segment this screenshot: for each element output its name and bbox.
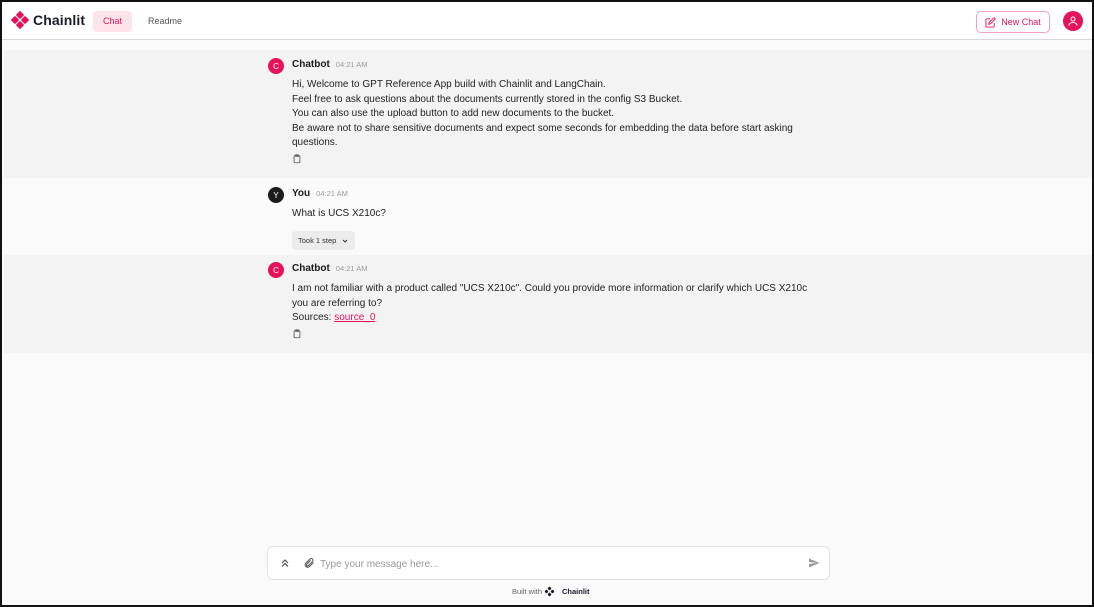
message-author: Chatbot	[292, 263, 330, 274]
chainlit-logo-icon	[544, 586, 555, 597]
copy-icon[interactable]	[292, 154, 302, 164]
nav-tabs: Chat Readme	[93, 11, 192, 32]
new-chat-label: New Chat	[1001, 17, 1041, 27]
user-menu-button[interactable]	[1063, 11, 1083, 31]
built-with-label: Built with	[512, 587, 543, 596]
message-time: 04:21 AM	[335, 60, 368, 69]
message-line: What is UCS X210c?	[292, 208, 386, 219]
copy-icon[interactable]	[292, 329, 302, 339]
source-link[interactable]: source_0	[334, 312, 375, 323]
message-content: Hi, Welcome to GPT Reference App build w…	[292, 78, 832, 151]
steps-toggle-button[interactable]: Took 1 step	[292, 231, 356, 250]
message-row: C Chatbot 04:21 AM I am not familiar wit…	[4, 255, 1092, 353]
message-author: You	[292, 188, 311, 199]
user-icon	[1068, 16, 1078, 26]
chatbot-avatar: C	[268, 262, 284, 278]
message-line: questions.	[292, 137, 338, 149]
message-header: Chatbot 04:21 AM	[292, 59, 367, 70]
message-content: What is UCS X210c?	[292, 207, 832, 222]
expand-icon[interactable]	[279, 557, 291, 569]
message-composer	[267, 546, 830, 580]
message-input[interactable]	[320, 554, 790, 574]
new-chat-icon	[985, 16, 996, 28]
built-with-footer[interactable]: Built with Chainlit	[512, 586, 590, 597]
chainlit-logo-icon	[10, 10, 30, 30]
brand-logo[interactable]: Chainlit	[10, 10, 86, 30]
message-line: I am not familiar with a product called …	[292, 283, 808, 294]
message-time: 04:21 AM	[316, 189, 348, 198]
message-line: Be aware not to share sensitive document…	[292, 122, 793, 134]
app-window: Chainlit Chat Readme New Chat C Chatbot	[0, 0, 1094, 607]
steps-label: Took 1 step	[298, 236, 337, 245]
attach-icon[interactable]	[303, 557, 315, 569]
message-row: C Chatbot 04:21 AM Hi, Welcome to GPT Re…	[4, 50, 1092, 178]
message-row: Y You 04:21 AM What is UCS X210c? Took 1…	[4, 180, 1092, 252]
brand-name: Chainlit	[33, 12, 86, 28]
message-content: I am not familiar with a product called …	[292, 282, 832, 326]
message-header: Chatbot 04:21 AM	[292, 263, 367, 274]
message-line: Hi, Welcome to GPT Reference App build w…	[292, 79, 606, 90]
message-author: Chatbot	[292, 59, 330, 70]
chevron-down-icon	[343, 239, 348, 243]
message-line: you are referring to?	[292, 297, 383, 309]
user-avatar: Y	[268, 187, 284, 203]
tab-chat[interactable]: Chat	[93, 11, 133, 32]
tab-readme[interactable]: Readme	[138, 11, 192, 32]
footer-brand: Chainlit	[562, 587, 590, 596]
message-header: You 04:21 AM	[292, 188, 348, 199]
message-line: You can also use the upload button to ad…	[292, 108, 615, 120]
send-icon[interactable]	[808, 557, 820, 569]
chatbot-avatar: C	[268, 58, 284, 74]
new-chat-button[interactable]: New Chat	[976, 11, 1050, 33]
message-time: 04:21 AM	[335, 264, 368, 273]
sources-line: Sources: source_0	[292, 311, 832, 326]
message-line: Feel free to ask questions about the doc…	[292, 93, 683, 105]
top-bar: Chainlit Chat Readme New Chat	[2, 2, 1092, 40]
sources-label: Sources:	[292, 312, 332, 324]
